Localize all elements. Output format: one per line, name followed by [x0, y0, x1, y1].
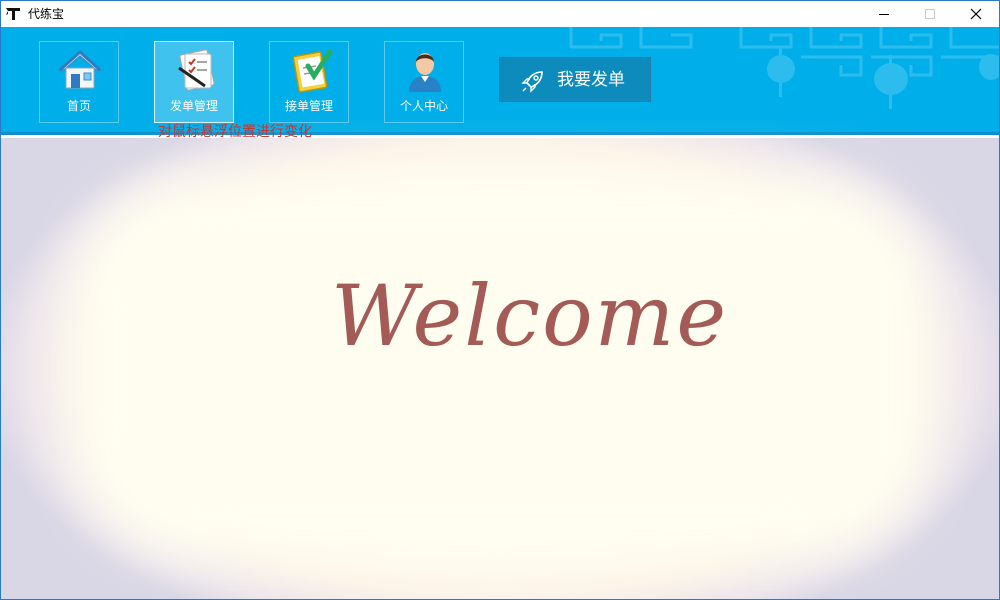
nav-personal-center-label: 个人中心 — [399, 99, 448, 113]
close-icon — [970, 8, 982, 20]
nav-order-management[interactable]: 发单管理 — [154, 41, 234, 123]
nav-accept-management-label: 接单管理 — [284, 99, 333, 113]
post-order-button[interactable]: 我要发单 — [499, 57, 651, 102]
minimize-icon — [879, 13, 889, 15]
maximize-button[interactable] — [907, 1, 953, 27]
rocket-icon — [521, 71, 543, 93]
nav-personal-center[interactable]: 个人中心 — [384, 41, 464, 123]
welcome-glow — [71, 178, 931, 558]
home-icon — [58, 49, 102, 89]
window-title: 代练宝 — [28, 7, 65, 21]
minimize-button[interactable] — [861, 1, 907, 27]
close-button[interactable] — [953, 1, 999, 27]
app-logo-icon — [6, 8, 20, 20]
hover-annotation: 对鼠标悬浮位置进行变化 — [158, 124, 312, 140]
nav-home-label: 首页 — [66, 99, 91, 113]
post-order-label: 我要发单 — [557, 70, 625, 90]
nav-accept-management[interactable]: 接单管理 — [269, 41, 349, 123]
order-checklist-icon — [178, 49, 215, 91]
app-window: 代练宝 首页 发单管理 接单管理 个人中心 我要发单 对鼠标悬浮位置进行变化 W… — [0, 0, 1000, 600]
nav-order-management-label: 发单管理 — [169, 99, 218, 113]
main-toolbar: 首页 发单管理 接单管理 个人中心 我要发单 — [1, 27, 999, 135]
maximize-icon — [925, 9, 935, 19]
title-bar[interactable]: 代练宝 — [1, 1, 999, 27]
welcome-text: Welcome — [331, 267, 729, 365]
clipboard-check-icon — [292, 49, 333, 93]
welcome-panel — [1, 138, 999, 599]
nav-home[interactable]: 首页 — [39, 41, 119, 123]
user-avatar-icon — [409, 53, 441, 92]
